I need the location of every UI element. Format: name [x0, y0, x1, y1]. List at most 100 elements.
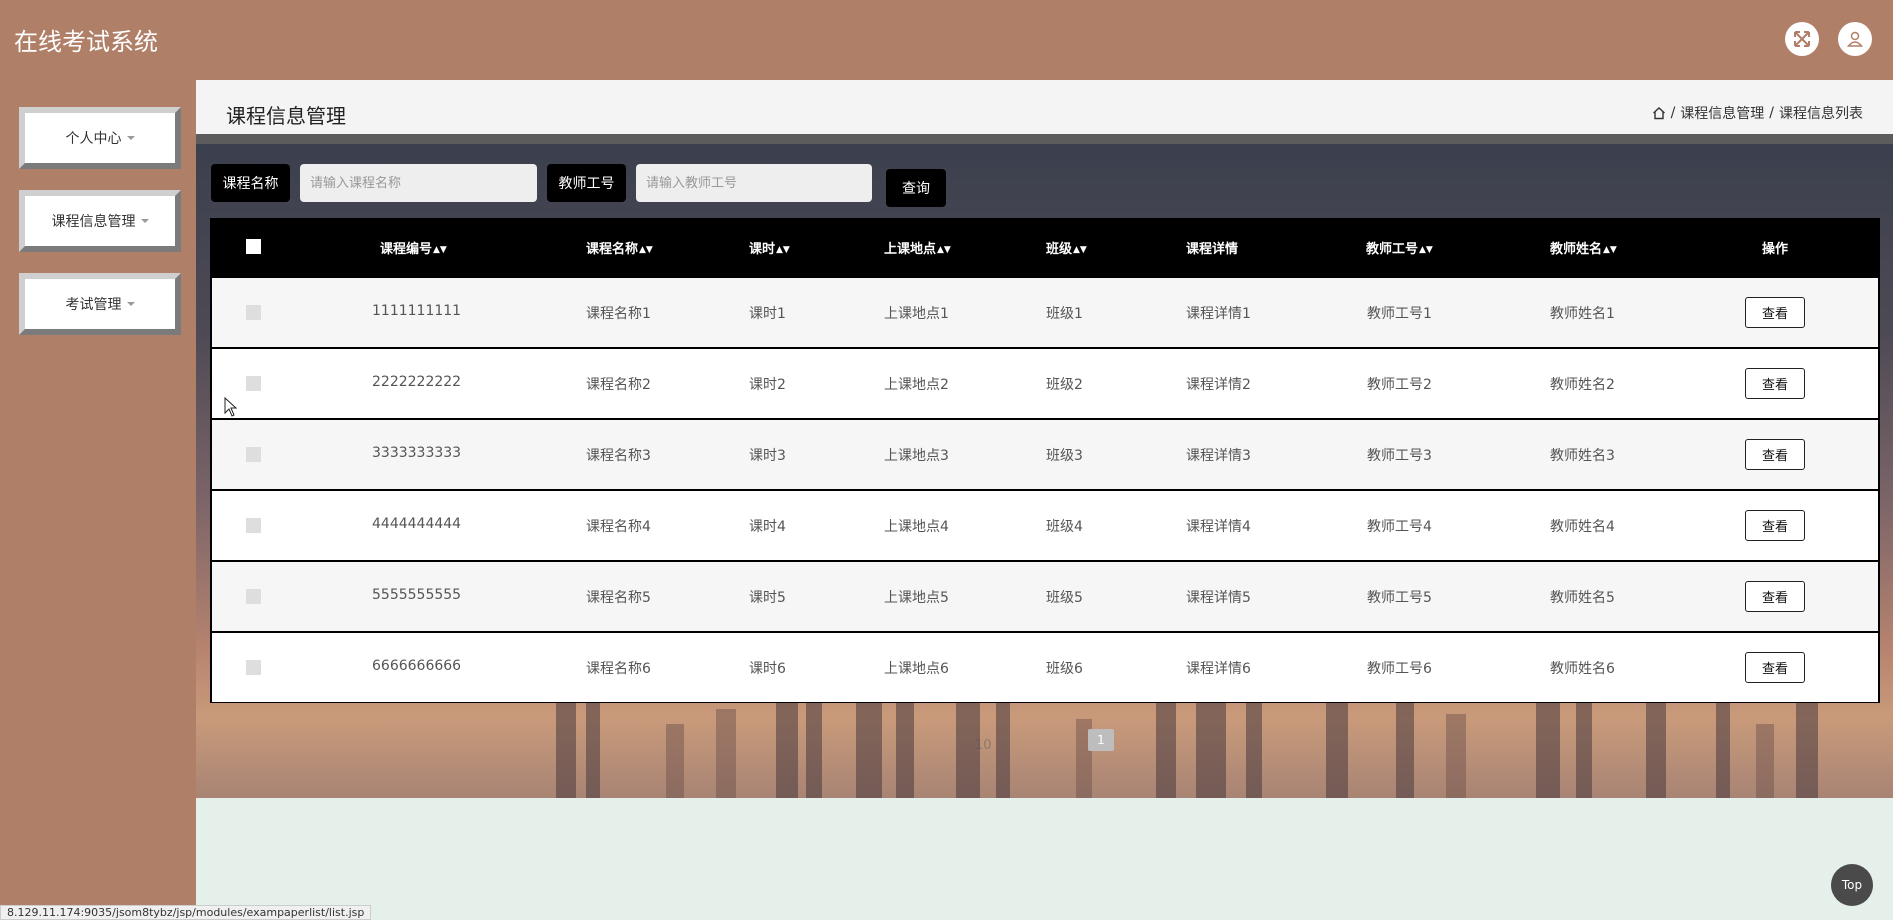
caret-down-icon [126, 302, 135, 306]
sort-icon: ▲▼ [776, 245, 790, 255]
fullscreen-button[interactable] [1785, 22, 1819, 56]
table-row: 4444444444 课程名称4 课时4 上课地点4 班级4 课程详情4 教师工… [212, 491, 1878, 560]
cell-course-name: 课程名称2 [586, 377, 651, 393]
column-header-class[interactable]: 班级▲▼ [1046, 238, 1087, 257]
row-checkbox[interactable] [246, 305, 261, 320]
table-row: 5555555555 课程名称5 课时5 上课地点5 班级5 课程详情5 教师工… [212, 562, 1878, 631]
column-header-teacher-name[interactable]: 教师姓名▲▼ [1550, 238, 1617, 257]
teacher-id-input[interactable] [636, 164, 872, 202]
table-header: 课程编号▲▼ 课程名称▲▼ 课时▲▼ 上课地点▲▼ 班级▲▼ 课程详情 教师工号… [210, 218, 1880, 276]
cell-teacher-name: 教师姓名6 [1550, 661, 1615, 677]
cell-teacher-name: 教师姓名4 [1550, 519, 1615, 535]
view-button[interactable]: 查看 [1745, 439, 1805, 470]
cell-course-id: 6666666666 [372, 658, 462, 674]
cell-course-id: 4444444444 [372, 516, 462, 532]
column-header-location[interactable]: 上课地点▲▼ [884, 238, 951, 257]
cell-teacher-name: 教师姓名1 [1550, 306, 1615, 322]
top-header: 在线考试系统 [0, 0, 1893, 80]
cell-course-id: 5555555555 [372, 587, 462, 603]
page-number-1[interactable]: 1 [1088, 729, 1114, 751]
column-header-course-name[interactable]: 课程名称▲▼ [586, 238, 653, 257]
sidebar-item-label: 考试管理 [65, 297, 122, 313]
sort-icon: ▲▼ [433, 245, 447, 255]
view-button[interactable]: 查看 [1745, 368, 1805, 399]
cell-hours: 课时6 [749, 661, 786, 677]
select-all-checkbox[interactable] [246, 239, 261, 254]
view-button[interactable]: 查看 [1745, 652, 1805, 683]
cell-course-name: 课程名称6 [586, 661, 651, 677]
page-title: 课程信息管理 [226, 104, 346, 128]
view-button[interactable]: 查看 [1745, 510, 1805, 541]
caret-down-icon [126, 136, 135, 140]
row-checkbox[interactable] [246, 660, 261, 675]
course-name-input[interactable] [300, 164, 537, 202]
cell-hours: 课时4 [749, 519, 786, 535]
cell-course-detail: 课程详情3 [1186, 448, 1251, 464]
back-to-top-button[interactable]: Top [1831, 864, 1873, 906]
app-title: 在线考试系统 [14, 28, 158, 56]
row-checkbox[interactable] [246, 589, 261, 604]
cell-class: 班级1 [1046, 306, 1083, 322]
cell-teacher-name: 教师姓名3 [1550, 448, 1615, 464]
home-icon[interactable] [1652, 106, 1666, 120]
sidebar-item-course-management[interactable]: 课程信息管理 [19, 190, 181, 252]
sort-icon: ▲▼ [1419, 245, 1433, 255]
breadcrumb-separator: / [1769, 105, 1774, 121]
user-button[interactable] [1838, 22, 1872, 56]
table-row: 2222222222 课程名称2 课时2 上课地点2 班级2 课程详情2 教师工… [212, 349, 1878, 418]
table-row: 6666666666 课程名称6 课时6 上课地点6 班级6 课程详情6 教师工… [212, 633, 1878, 702]
course-name-label: 课程名称 [211, 164, 290, 202]
sidebar-item-exam-management[interactable]: 考试管理 [19, 273, 181, 335]
cell-course-name: 课程名称5 [586, 590, 651, 606]
breadcrumb-item-course-management[interactable]: 课程信息管理 [1680, 103, 1764, 123]
cell-location: 上课地点5 [884, 590, 949, 606]
cell-course-name: 课程名称1 [586, 306, 651, 322]
sort-icon: ▲▼ [1603, 245, 1617, 255]
column-header-teacher-id[interactable]: 教师工号▲▼ [1366, 238, 1433, 257]
query-button[interactable]: 查询 [886, 169, 946, 207]
teacher-id-label: 教师工号 [547, 164, 626, 202]
column-header-course-detail: 课程详情 [1186, 242, 1239, 257]
course-table: 课程编号▲▼ 课程名称▲▼ 课时▲▼ 上课地点▲▼ 班级▲▼ 课程详情 教师工号… [210, 218, 1880, 703]
cell-teacher-id: 教师工号2 [1367, 377, 1432, 393]
sort-icon: ▲▼ [937, 245, 951, 255]
cell-course-name: 课程名称4 [586, 519, 651, 535]
cell-course-id: 2222222222 [372, 374, 462, 390]
cell-course-detail: 课程详情2 [1186, 377, 1251, 393]
cell-hours: 课时2 [749, 377, 786, 393]
row-checkbox[interactable] [246, 376, 261, 391]
sidebar-item-label: 个人中心 [65, 131, 122, 147]
breadcrumb-separator: / [1670, 105, 1676, 121]
cell-teacher-id: 教师工号4 [1367, 519, 1432, 535]
cell-location: 上课地点6 [884, 661, 949, 677]
cell-class: 班级2 [1046, 377, 1083, 393]
cell-hours: 课时5 [749, 590, 786, 606]
cell-course-detail: 课程详情5 [1186, 590, 1251, 606]
cell-course-id: 1111111111 [372, 303, 462, 319]
page-size-selector[interactable]: 10 [975, 738, 992, 753]
cell-class: 班级3 [1046, 448, 1083, 464]
cell-location: 上课地点2 [884, 377, 949, 393]
cell-teacher-id: 教师工号1 [1367, 306, 1432, 322]
cell-hours: 课时3 [749, 448, 786, 464]
view-button[interactable]: 查看 [1745, 581, 1805, 612]
cell-teacher-id: 教师工号5 [1367, 590, 1432, 606]
view-button[interactable]: 查看 [1745, 297, 1805, 328]
row-checkbox[interactable] [246, 447, 261, 462]
row-checkbox[interactable] [246, 518, 261, 533]
cell-course-detail: 课程详情1 [1186, 306, 1251, 322]
column-header-course-id[interactable]: 课程编号▲▼ [380, 238, 447, 257]
cell-course-id: 3333333333 [372, 445, 462, 461]
column-header-hours[interactable]: 课时▲▼ [749, 238, 790, 257]
sidebar-item-personal-center[interactable]: 个人中心 [19, 107, 181, 169]
cell-location: 上课地点1 [884, 306, 949, 322]
cell-teacher-name: 教师姓名5 [1550, 590, 1615, 606]
fullscreen-icon [1794, 31, 1810, 47]
cell-hours: 课时1 [749, 306, 786, 322]
breadcrumb: / 课程信息管理 / 课程信息列表 [1652, 103, 1863, 123]
cell-teacher-name: 教师姓名2 [1550, 377, 1615, 393]
sidebar-item-label: 课程信息管理 [51, 214, 136, 230]
cell-class: 班级6 [1046, 661, 1083, 677]
mouse-cursor-icon [224, 397, 238, 417]
caret-down-icon [140, 219, 149, 223]
